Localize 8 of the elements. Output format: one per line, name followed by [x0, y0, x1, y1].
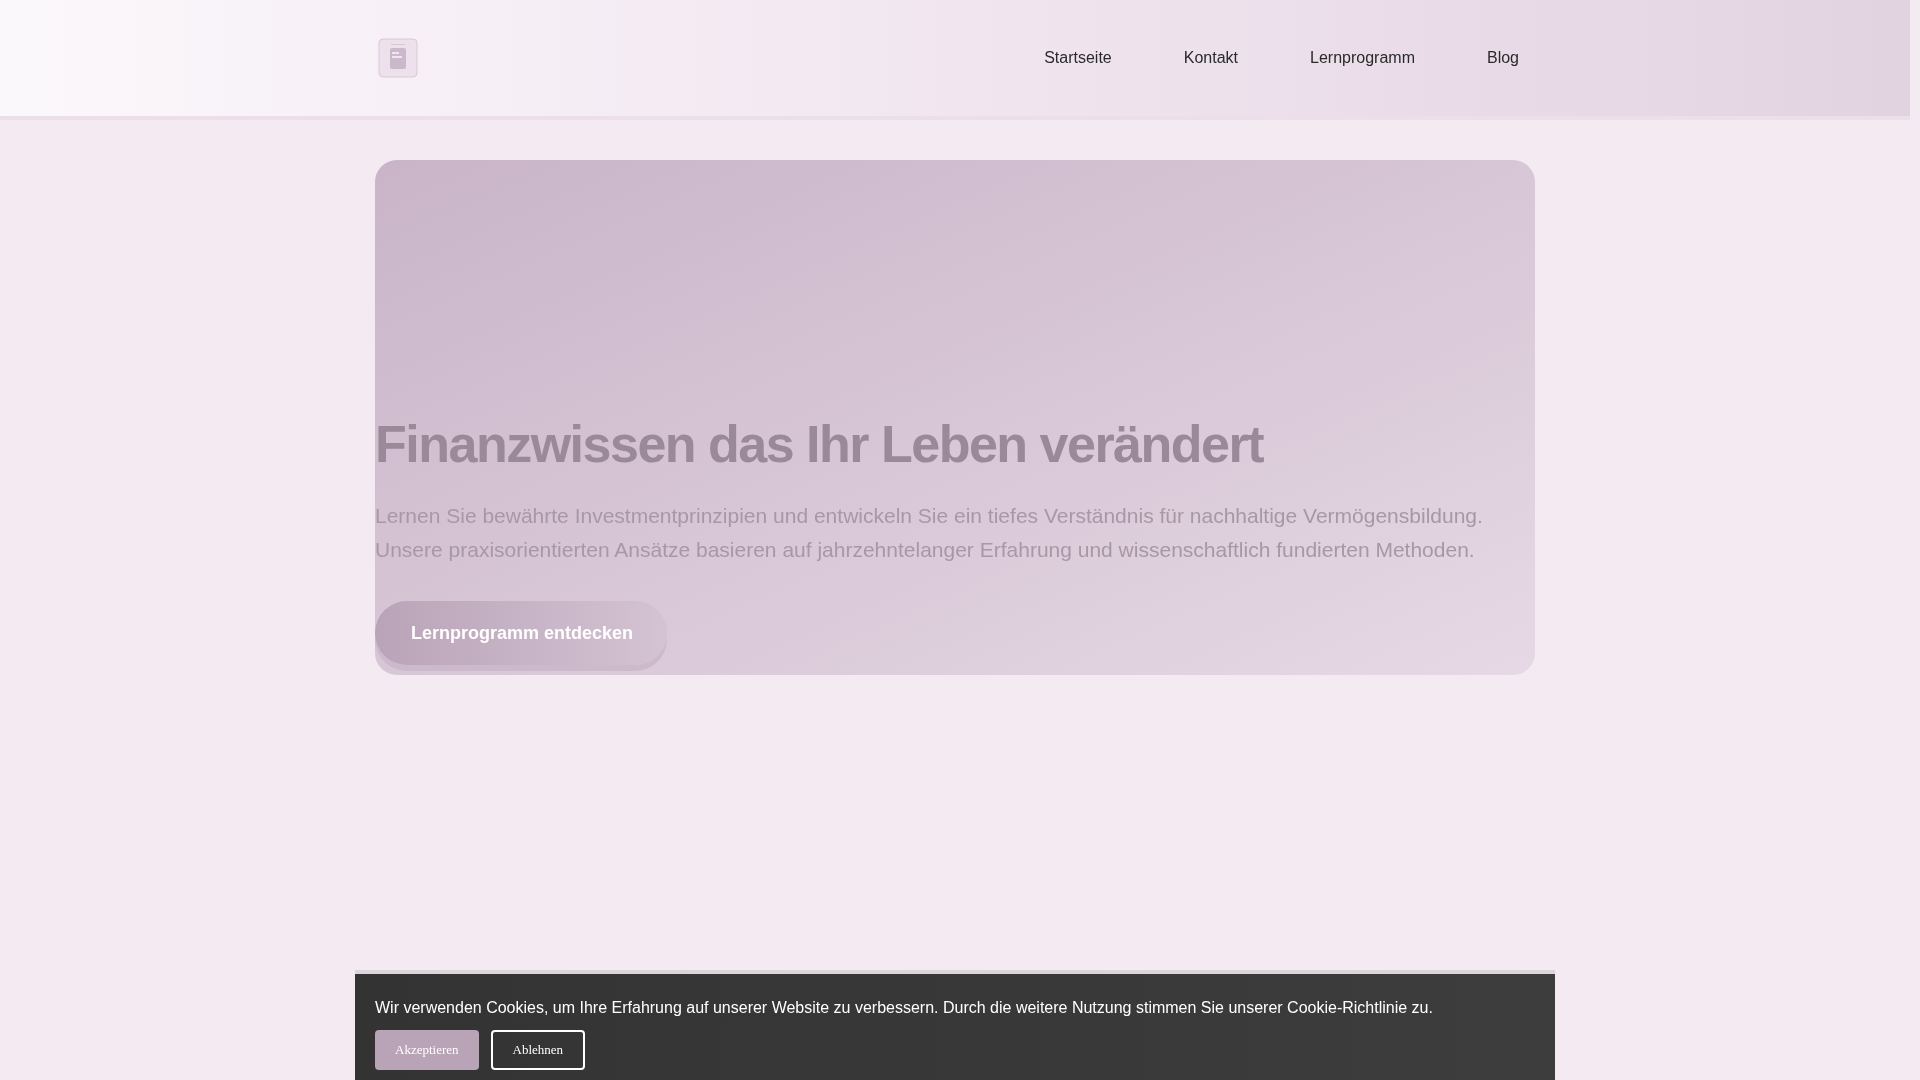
cookie-button[interactable]: Ablehnen — [490, 1030, 586, 1070]
cookie-text: Wir verwenden Cookies, um Ihre Erfahrung auf unserer Website zu verbessern. Durch die weitere Nutzung stimmen Sie unserer Cookie-Richtlinie zu. — [375, 998, 1434, 1018]
document-logo-icon[interactable] — [378, 38, 418, 78]
nav-link[interactable]: Lernprogramm — [1310, 46, 1415, 70]
nav-link[interactable]: Blog — [1486, 46, 1519, 70]
nav-link[interactable]: Kontakt — [1183, 46, 1239, 70]
nav-link[interactable]: Startseite — [1044, 46, 1112, 70]
hero-title: Finanzwissen das Ihr Leben verändert — [375, 414, 1265, 475]
